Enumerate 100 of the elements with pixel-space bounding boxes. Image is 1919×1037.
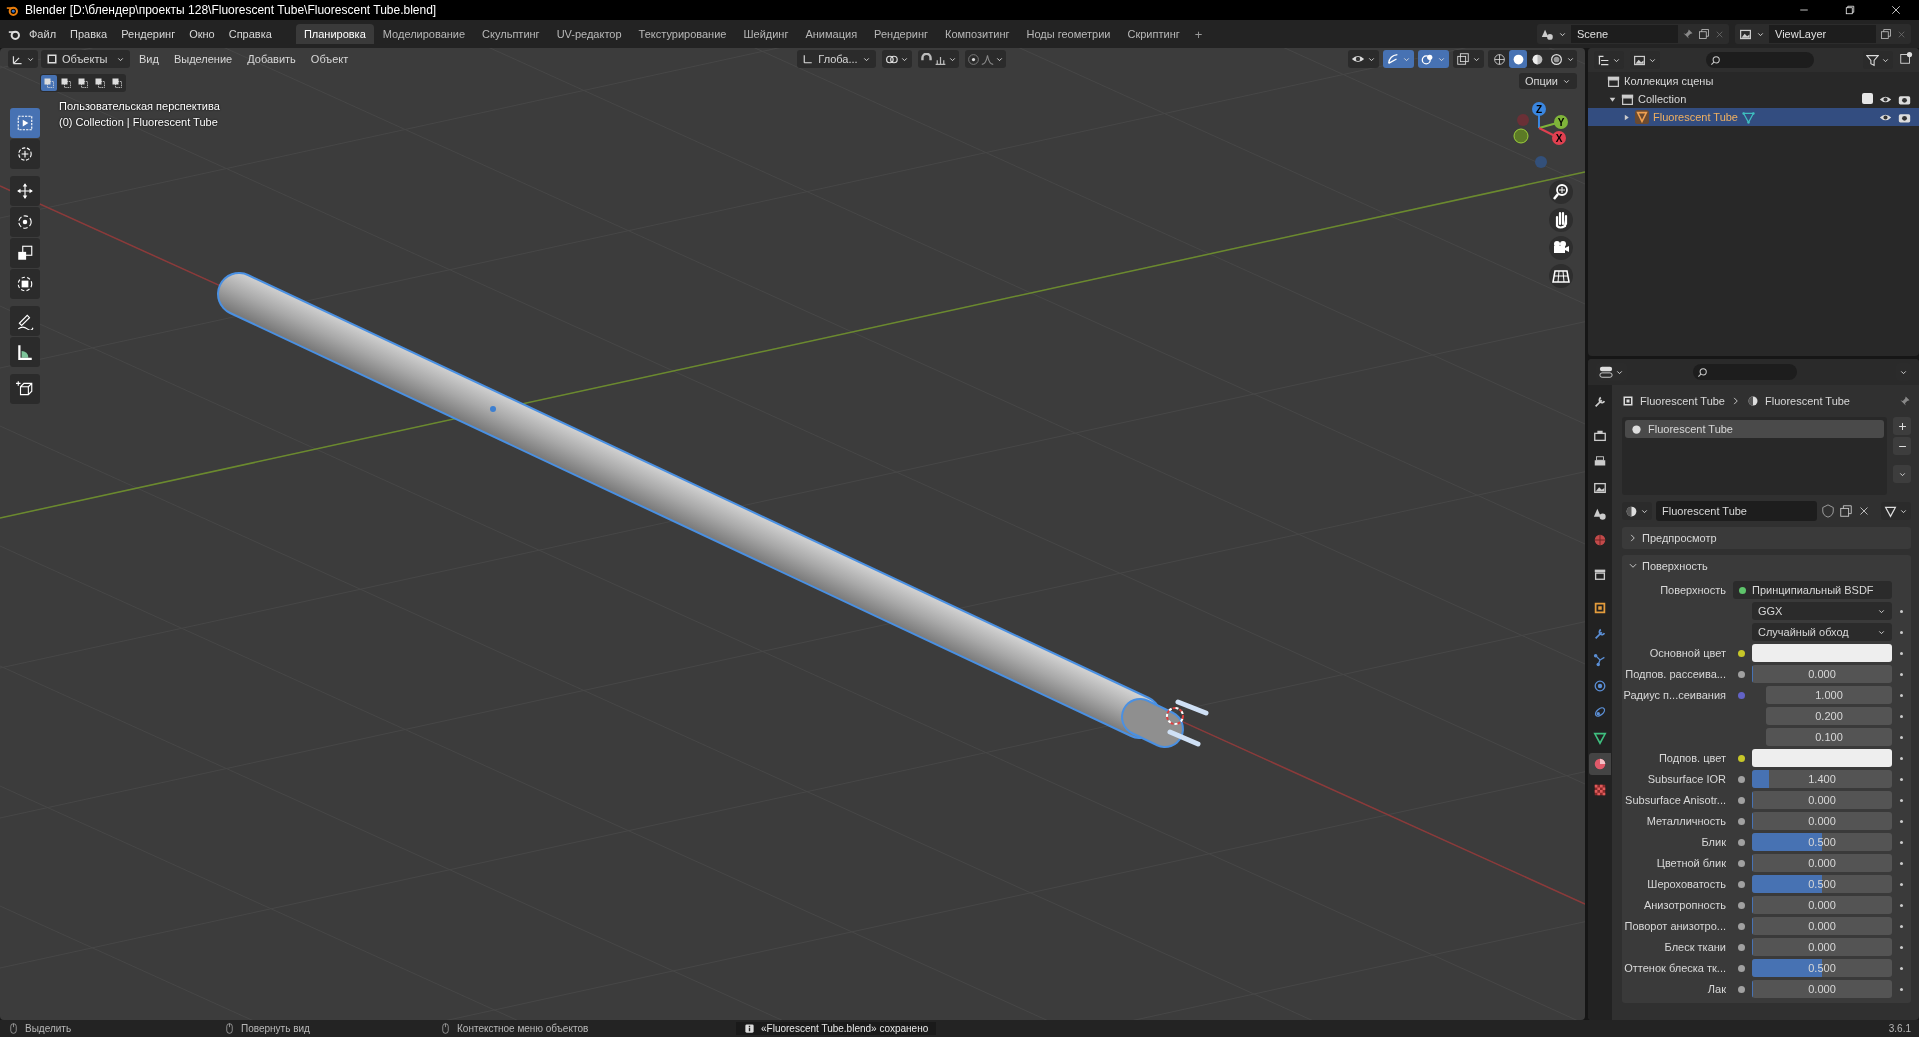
restore-icon[interactable] — [1844, 4, 1856, 16]
slider-field[interactable]: 0.500 — [1752, 875, 1892, 893]
tool-button[interactable] — [10, 374, 40, 404]
color-swatch[interactable] — [1752, 749, 1892, 767]
keyframe-dot[interactable] — [1899, 693, 1903, 697]
link-button[interactable] — [1881, 502, 1911, 520]
material-name-field[interactable]: Fluorescent Tube — [1656, 501, 1817, 521]
slider-field[interactable]: 1.400 — [1752, 770, 1892, 788]
keyframe-dot[interactable] — [1899, 945, 1903, 949]
axis-handle[interactable]: X — [1538, 127, 1566, 145]
pin-icon[interactable] — [1682, 28, 1694, 40]
pin-icon[interactable] — [1899, 395, 1911, 407]
keyframe-dot[interactable] — [1899, 903, 1903, 907]
tool-button[interactable] — [10, 306, 40, 336]
menu-item[interactable]: Справка — [222, 25, 278, 43]
toggle-button[interactable] — [1418, 50, 1449, 68]
menu-item[interactable]: Выделение — [167, 53, 239, 65]
socket-dot[interactable] — [1737, 649, 1745, 657]
keyframe-dot[interactable] — [1899, 924, 1903, 928]
keyframe-dot[interactable] — [1899, 987, 1903, 991]
color-swatch[interactable] — [1752, 644, 1892, 662]
number-field[interactable]: 1.000 — [1766, 686, 1892, 704]
grid-icon[interactable] — [1549, 264, 1573, 288]
zoom-icon[interactable] — [1549, 180, 1573, 204]
workspace-tab[interactable]: Композитинг — [937, 24, 1018, 44]
camera-icon[interactable] — [1549, 236, 1573, 260]
add-workspace-button[interactable]: + — [1188, 26, 1209, 42]
hand-icon[interactable] — [1549, 208, 1573, 232]
menu-item[interactable]: Объект — [304, 53, 355, 65]
keyframe-dot[interactable] — [1899, 777, 1903, 781]
keyframe-dot[interactable] — [1899, 609, 1903, 613]
workspace-tab[interactable]: Рендеринг — [866, 24, 937, 44]
socket-dot[interactable] — [1737, 943, 1745, 951]
keyframe-dot[interactable] — [1899, 672, 1903, 676]
slider-field[interactable]: 0.000 — [1752, 854, 1892, 872]
workspace-tab[interactable]: Скульптинг — [474, 24, 548, 44]
slider-field[interactable]: 0.500 — [1752, 959, 1892, 977]
socket-dot[interactable] — [1737, 796, 1745, 804]
options-dropdown[interactable]: Опции — [1518, 73, 1577, 89]
outliner-row[interactable]: Collection — [1588, 90, 1919, 108]
axis-handle[interactable] — [1517, 114, 1529, 126]
tool-button[interactable] — [10, 207, 40, 237]
workspace-tab[interactable]: Ноды геометрии — [1018, 24, 1119, 44]
pivot-button[interactable] — [881, 50, 912, 68]
workspace-tab[interactable]: UV-редактор — [548, 24, 630, 44]
outliner-row[interactable]: Fluorescent Tube — [1588, 108, 1919, 126]
workspace-tab[interactable]: Анимация — [797, 24, 866, 44]
new-collection-icon[interactable] — [1899, 51, 1913, 65]
proportional-edit-toggle[interactable] — [964, 50, 1006, 68]
keyframe-dot[interactable] — [1899, 882, 1903, 886]
shield-icon[interactable] — [1821, 504, 1835, 518]
menu-item[interactable]: Рендеринг — [115, 25, 182, 43]
tool-button[interactable] — [10, 238, 40, 268]
browse-material-button[interactable] — [1622, 502, 1652, 520]
menu-item[interactable]: Правка — [64, 25, 114, 43]
keyframe-dot[interactable] — [1899, 798, 1903, 802]
copy-icon[interactable] — [1880, 28, 1892, 40]
copy-icon[interactable] — [1839, 504, 1853, 518]
shading-button[interactable] — [1509, 50, 1527, 68]
keyframe-dot[interactable] — [1899, 756, 1903, 760]
keyframe-dot[interactable] — [1899, 840, 1903, 844]
number-field[interactable]: 0.100 — [1766, 728, 1892, 746]
socket-dot[interactable] — [1737, 880, 1745, 888]
dropdown[interactable]: GGX — [1752, 602, 1892, 620]
search-field[interactable] — [1693, 364, 1797, 380]
scene-selector[interactable]: Scene — [1537, 24, 1729, 44]
workspace-tab[interactable]: Шейдинг — [735, 24, 797, 44]
keyframe-dot[interactable] — [1899, 861, 1903, 865]
slider-field[interactable]: 0.000 — [1752, 938, 1892, 956]
workspace-tab[interactable]: Текстурирование — [630, 24, 735, 44]
slider-field[interactable]: 0.000 — [1752, 791, 1892, 809]
slider-field[interactable]: 0.000 — [1752, 980, 1892, 998]
tool-button[interactable] — [10, 269, 40, 299]
slider-field[interactable]: 0.000 — [1752, 812, 1892, 830]
search-field[interactable] — [1706, 52, 1814, 68]
socket-dot[interactable] — [1737, 922, 1745, 930]
socket-dot[interactable] — [1737, 817, 1745, 825]
socket-dot[interactable] — [1737, 775, 1745, 783]
keyframe-dot[interactable] — [1899, 819, 1903, 823]
menu-item[interactable]: Файл — [23, 25, 63, 43]
orientation-dropdown[interactable]: Глоба... — [797, 50, 876, 68]
collapsed-arrow-icon[interactable] — [1622, 112, 1631, 122]
tool-button[interactable] — [10, 176, 40, 206]
socket-dot[interactable] — [1737, 985, 1745, 993]
slider-field[interactable]: 0.500 — [1752, 833, 1892, 851]
toggle-button[interactable] — [1383, 50, 1414, 68]
panel-header[interactable]: Поверхность — [1622, 555, 1911, 577]
toggle-button[interactable] — [1348, 50, 1379, 68]
socket-dot[interactable] — [1737, 964, 1745, 972]
socket-dot[interactable] — [1737, 859, 1745, 867]
editor-type-button[interactable] — [8, 50, 38, 68]
view-layer-selector[interactable]: ViewLayer — [1735, 24, 1911, 44]
socket-dot[interactable] — [1737, 754, 1745, 762]
workspace-tab[interactable]: Планировка — [295, 24, 374, 44]
keyframe-dot[interactable] — [1899, 735, 1903, 739]
properties-tab[interactable] — [1589, 753, 1611, 775]
remove-slot-button[interactable] — [1893, 437, 1911, 455]
workspace-tab[interactable]: Скриптинг — [1119, 24, 1188, 44]
socket-dot[interactable] — [1737, 838, 1745, 846]
axis-handle[interactable]: Y — [1538, 115, 1568, 129]
